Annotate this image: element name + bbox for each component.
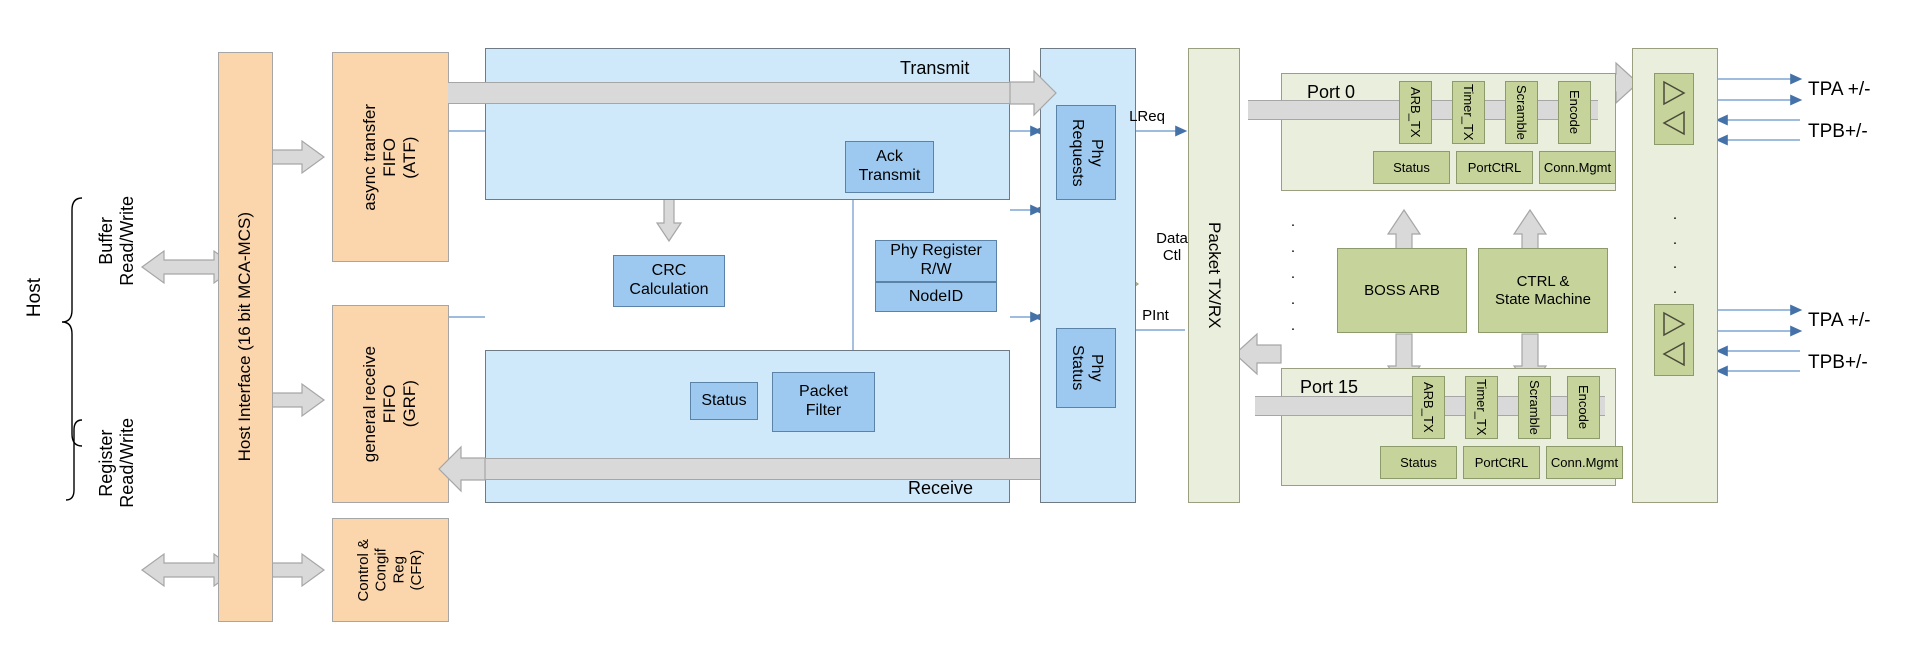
serdes-amplifier-icon bbox=[1662, 80, 1686, 136]
port-15-status-label: Status bbox=[1400, 454, 1437, 470]
lreq-label: LReq bbox=[1129, 108, 1165, 125]
ellipsis-dot: · bbox=[1290, 242, 1296, 259]
port-15-status[interactable]: Status bbox=[1380, 446, 1457, 479]
packet-txrx-block[interactable]: Packet TX/RX bbox=[1188, 48, 1240, 503]
boss-arb-block[interactable]: BOSS ARB bbox=[1337, 248, 1467, 333]
port-0-conn-mgmt[interactable]: Conn.Mgmt bbox=[1539, 151, 1616, 184]
serdes-driver-bottom bbox=[1654, 304, 1694, 376]
port-0-encode-label: Encode bbox=[1567, 90, 1583, 135]
port-0-portctrl-label: PortCtRL bbox=[1467, 159, 1522, 175]
ellipsis-dot: · bbox=[1672, 233, 1678, 251]
phy-register-rw-block[interactable]: Phy Register R/W bbox=[875, 240, 997, 282]
boss-arb-label: BOSS ARB bbox=[1364, 281, 1440, 299]
cfr-block[interactable]: Control & Congif Reg (CFR) bbox=[332, 518, 449, 622]
ack-transmit-block[interactable]: Ack Transmit bbox=[845, 141, 934, 193]
port-15-scramble[interactable]: Scramble bbox=[1518, 376, 1551, 439]
buffer-read-write-label: Buffer Read/Write bbox=[96, 196, 137, 286]
port-0-timer-tx[interactable]: Timer_TX bbox=[1452, 81, 1485, 144]
crc-calculation-block[interactable]: CRC Calculation bbox=[613, 255, 725, 307]
serdes-driver-top bbox=[1654, 73, 1694, 145]
host-brace-label: Host bbox=[24, 278, 45, 318]
port-15-portctrl-label: PortCtRL bbox=[1474, 454, 1529, 470]
port-0-timer-tx-label: Timer_TX bbox=[1461, 84, 1477, 141]
port-15-title: Port 15 bbox=[1300, 377, 1359, 397]
transmit-bus bbox=[448, 82, 1048, 104]
phy-requests-block[interactable]: Phy Requests bbox=[1056, 105, 1116, 200]
serdes-ellipsis: · · · · bbox=[1670, 209, 1680, 300]
port-0-scramble-label: Scramble bbox=[1514, 85, 1530, 140]
port-15-scramble-label: Scramble bbox=[1527, 380, 1543, 435]
packet-filter-block[interactable]: Packet Filter bbox=[772, 372, 875, 432]
transmit-label: Transmit bbox=[900, 58, 970, 78]
phy-status-label: Phy Status bbox=[1069, 345, 1105, 391]
phy-status-block[interactable]: Phy Status bbox=[1056, 328, 1116, 408]
ctrl-state-machine-label: CTRL & State Machine bbox=[1495, 272, 1591, 308]
phy-register-rw-label: Phy Register R/W bbox=[890, 242, 982, 278]
port-15-encode-label: Encode bbox=[1576, 385, 1592, 430]
atf-fifo-block[interactable]: async transfer FIFO (ATF) bbox=[332, 52, 449, 262]
node-id-label: NodeID bbox=[908, 287, 964, 305]
receive-label: Receive bbox=[908, 478, 974, 498]
tpa-label-bottom: TPA +/- bbox=[1808, 310, 1871, 331]
register-read-write-label: Register Read/Write bbox=[96, 418, 137, 508]
ellipsis-dot: · bbox=[1290, 216, 1296, 233]
receive-bus bbox=[448, 458, 1048, 480]
port-15-portctrl[interactable]: PortCtRL bbox=[1463, 446, 1540, 479]
ellipsis-dot: · bbox=[1672, 282, 1678, 300]
port-0-scramble[interactable]: Scramble bbox=[1505, 81, 1538, 144]
port-0-encode[interactable]: Encode bbox=[1558, 81, 1591, 144]
atf-fifo-label: async transfer FIFO (ATF) bbox=[360, 103, 420, 211]
ellipsis-dot: · bbox=[1672, 209, 1678, 226]
ellipsis-dot: · bbox=[1290, 320, 1296, 337]
port-0-status-label: Status bbox=[1393, 159, 1430, 175]
port-0-arb-tx-label: ARB_TX bbox=[1408, 87, 1424, 138]
serdes-amplifier-icon bbox=[1662, 311, 1686, 367]
grf-fifo-block[interactable]: general receive FIFO (GRF) bbox=[332, 305, 449, 503]
ellipsis-dot: · bbox=[1672, 258, 1678, 276]
node-id-block[interactable]: NodeID bbox=[875, 282, 997, 312]
ellipsis-dot: · bbox=[1290, 268, 1296, 285]
ack-transmit-label: Ack Transmit bbox=[858, 148, 921, 184]
ctrl-state-machine-block[interactable]: CTRL & State Machine bbox=[1478, 248, 1608, 333]
tpa-label-top: TPA +/- bbox=[1808, 79, 1871, 100]
port-15-arb-tx[interactable]: ARB_TX bbox=[1412, 376, 1445, 439]
port-0-arb-tx[interactable]: ARB_TX bbox=[1399, 81, 1432, 144]
cfr-label: Control & Congif Reg (CFR) bbox=[355, 538, 426, 602]
port-15-timer-tx-label: Timer_TX bbox=[1474, 379, 1490, 436]
port-15-conn-mgmt[interactable]: Conn.Mgmt bbox=[1546, 446, 1623, 479]
crc-calculation-label: CRC Calculation bbox=[629, 262, 709, 298]
port-15-conn-mgmt-label: Conn.Mgmt bbox=[1550, 454, 1619, 470]
packet-txrx-label: Packet TX/RX bbox=[1205, 222, 1225, 329]
host-interface-block[interactable]: Host Interface (16 bit MCA-MCS) bbox=[218, 52, 273, 622]
port-ellipsis: · · · · · bbox=[1288, 216, 1298, 337]
receive-status-label: Status bbox=[701, 391, 747, 409]
port-0-status[interactable]: Status bbox=[1373, 151, 1450, 184]
port-0-conn-mgmt-label: Conn.Mgmt bbox=[1543, 159, 1612, 175]
port-15-arb-tx-label: ARB_TX bbox=[1421, 382, 1437, 433]
phy-requests-label: Phy Requests bbox=[1069, 118, 1105, 187]
port-0-title: Port 0 bbox=[1307, 82, 1356, 102]
host-interface-label: Host Interface (16 bit MCA-MCS) bbox=[235, 212, 255, 462]
port-0-portctrl[interactable]: PortCtRL bbox=[1456, 151, 1533, 184]
pint-label: PInt bbox=[1142, 307, 1169, 324]
port-15-timer-tx[interactable]: Timer_TX bbox=[1465, 376, 1498, 439]
ellipsis-dot: · bbox=[1290, 294, 1296, 311]
port-15-encode[interactable]: Encode bbox=[1567, 376, 1600, 439]
packet-filter-label: Packet Filter bbox=[799, 383, 848, 419]
grf-fifo-label: general receive FIFO (GRF) bbox=[360, 345, 420, 463]
tpb-label-top: TPB+/- bbox=[1808, 121, 1868, 142]
receive-status-block[interactable]: Status bbox=[690, 382, 758, 420]
tpb-label-bottom: TPB+/- bbox=[1808, 352, 1868, 373]
block-diagram-canvas: Host Buffer Read/Write Register Read/Wri… bbox=[0, 0, 1920, 661]
